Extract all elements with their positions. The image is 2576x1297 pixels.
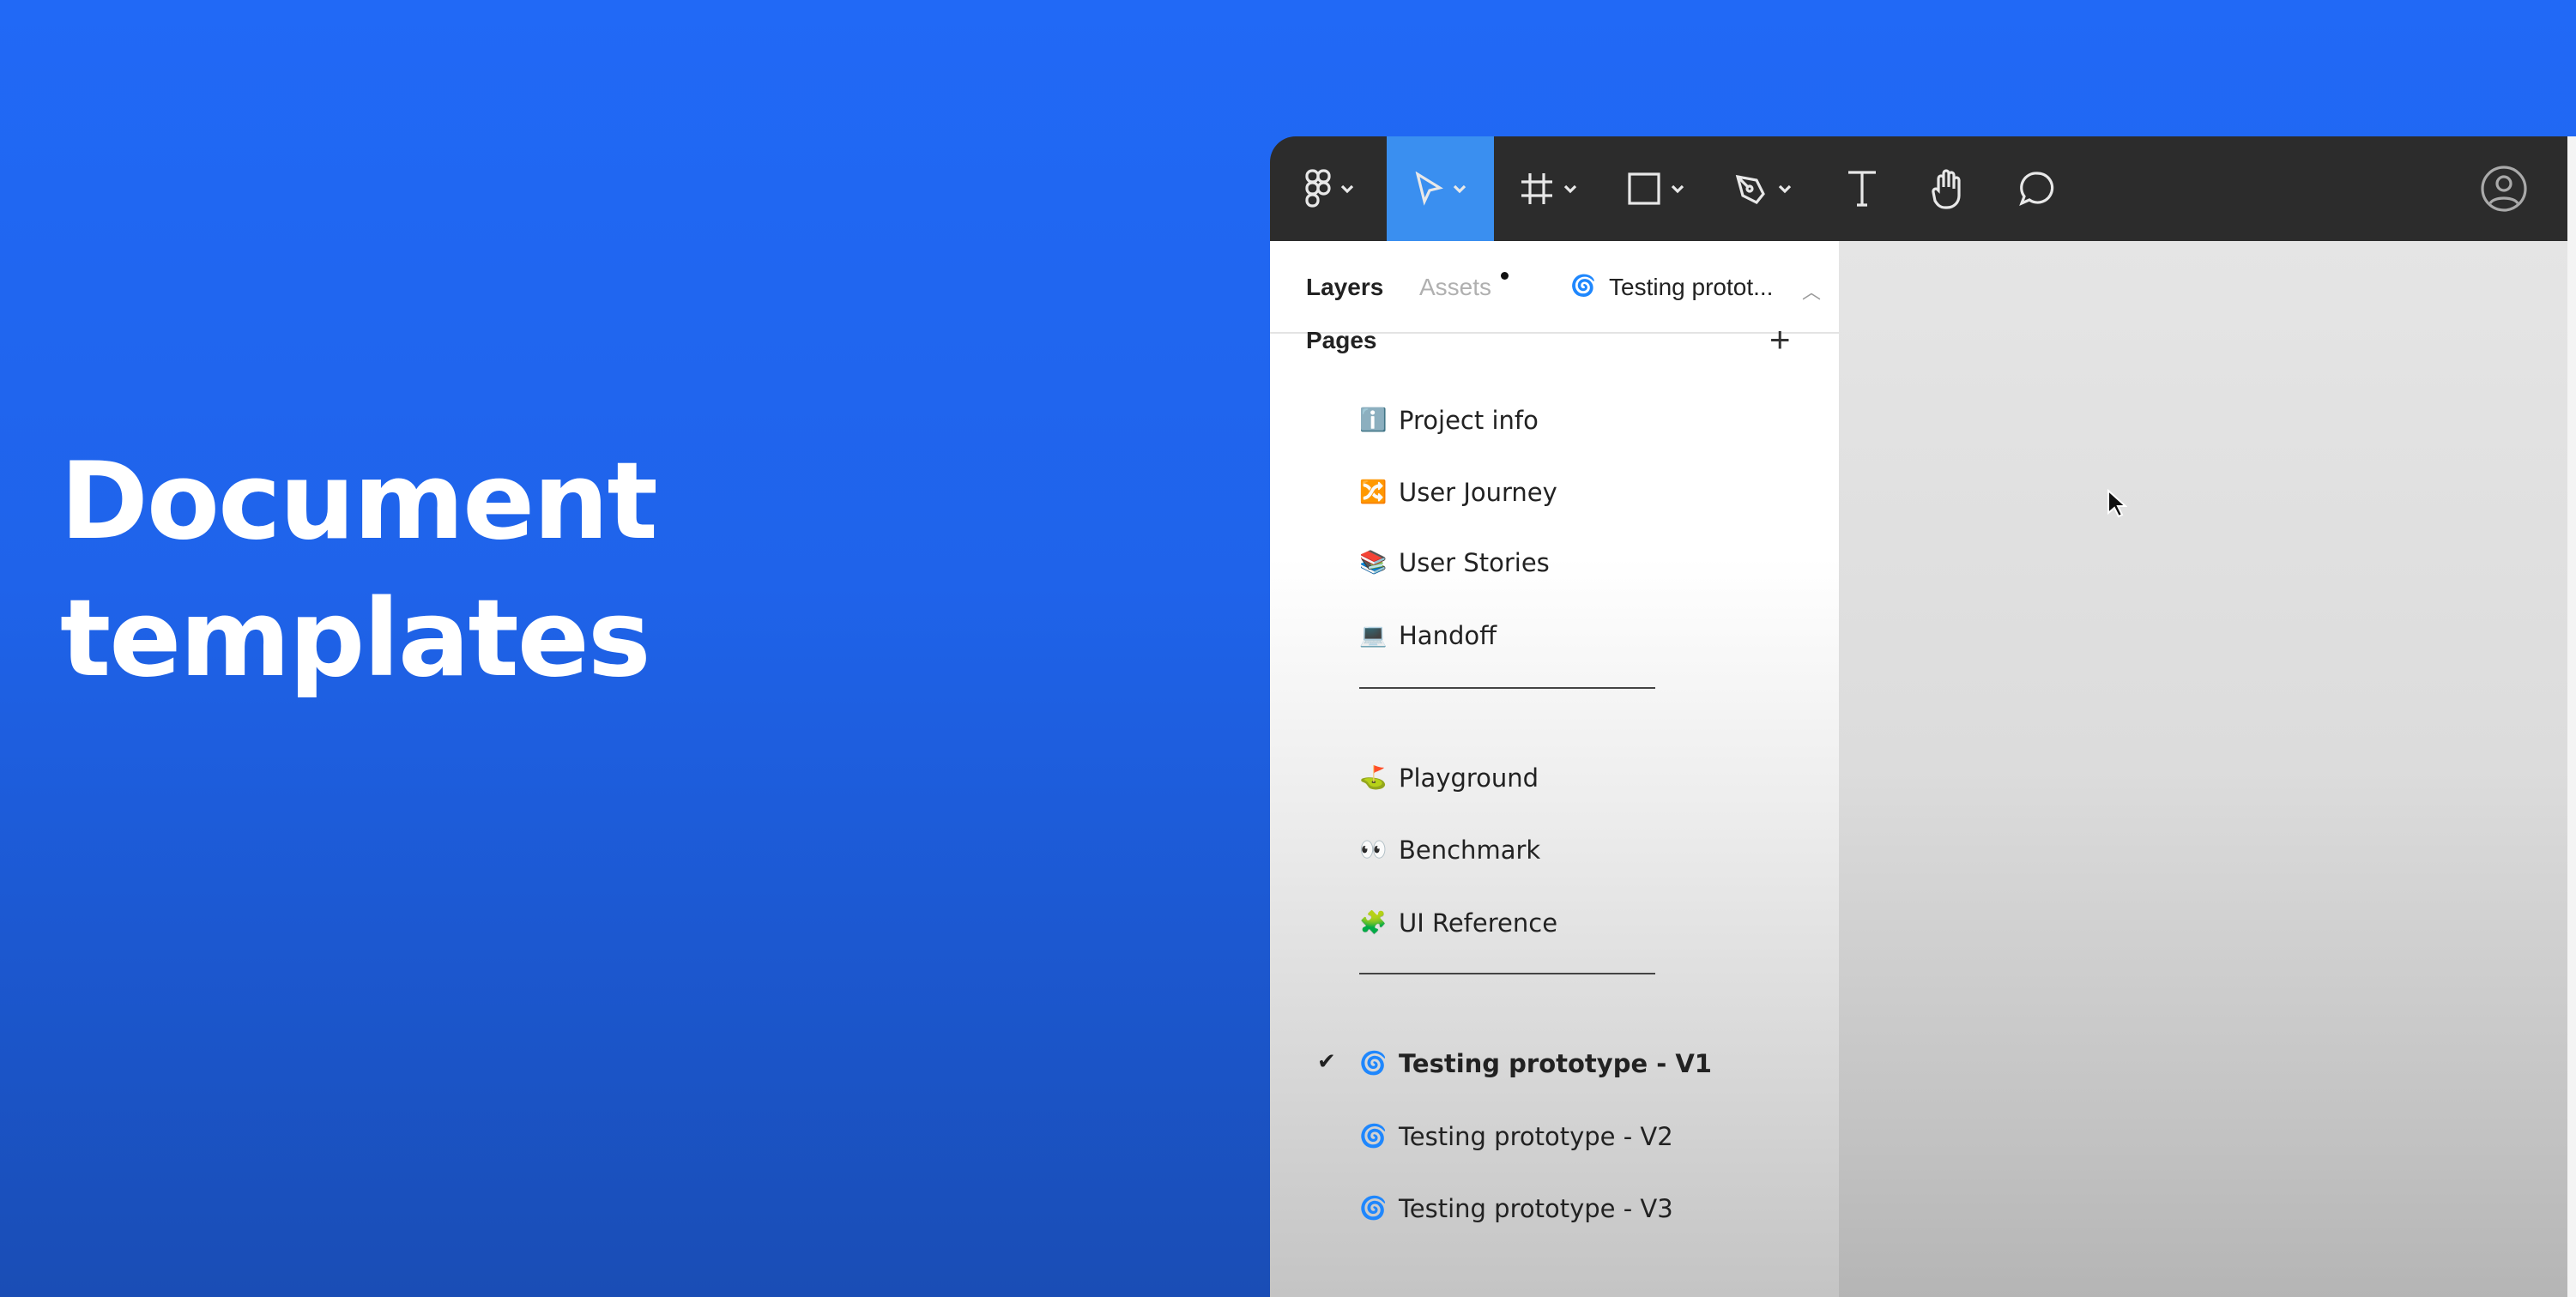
page-item[interactable]: 🌀 Testing prototype - V2 bbox=[1270, 1117, 1839, 1160]
rectangle-icon bbox=[1628, 172, 1660, 205]
tab-layers[interactable]: Layers bbox=[1306, 274, 1383, 301]
page-item-label: User Journey bbox=[1399, 478, 1557, 507]
page-item[interactable]: ✔ 🌀 Testing prototype - V1 bbox=[1270, 1044, 1839, 1087]
avatar-icon bbox=[2481, 166, 2527, 212]
canvas[interactable] bbox=[1839, 241, 2567, 1297]
page-item[interactable]: ⛳ Playground bbox=[1270, 758, 1839, 801]
page-item[interactable]: 📚 User Stories bbox=[1270, 543, 1839, 586]
page-divider bbox=[1359, 687, 1655, 689]
tab-assets[interactable]: Assets bbox=[1419, 274, 1491, 301]
page-item[interactable]: 🧩 UI Reference bbox=[1270, 903, 1839, 946]
rectangle-tool-button[interactable] bbox=[1618, 136, 1695, 241]
page-item-label: User Stories bbox=[1399, 548, 1550, 577]
assets-notification-dot bbox=[1501, 272, 1509, 280]
page-item-label: Testing prototype - V1 bbox=[1399, 1049, 1712, 1078]
mouse-cursor-icon bbox=[2107, 489, 2127, 518]
page-emoji-icon: 📚 bbox=[1359, 550, 1388, 576]
page-item-label: Project info bbox=[1399, 406, 1539, 435]
page-item[interactable]: ℹ️ Project info bbox=[1270, 401, 1839, 443]
page-emoji-icon: 🔀 bbox=[1359, 480, 1388, 505]
frame-tool-button[interactable] bbox=[1510, 136, 1587, 241]
figma-menu-button[interactable] bbox=[1287, 136, 1373, 241]
window-edge bbox=[2567, 136, 2576, 1297]
page-emoji-icon: 💻 bbox=[1359, 623, 1388, 648]
chevron-down-icon bbox=[1453, 184, 1466, 194]
page-spiral-icon: 🌀 bbox=[1570, 274, 1596, 298]
chevron-down-icon bbox=[1563, 184, 1577, 194]
chevron-up-icon[interactable]: ︿ bbox=[1802, 277, 1821, 305]
page-emoji-icon: 🌀 bbox=[1359, 1196, 1388, 1222]
checkmark-icon: ✔ bbox=[1317, 1049, 1336, 1075]
chevron-down-icon bbox=[1778, 184, 1792, 194]
headline-line-2: templates bbox=[60, 577, 651, 701]
page-divider bbox=[1359, 973, 1655, 974]
left-sidebar: Layers Assets 🌀 Testing protot... ︿ Page… bbox=[1270, 241, 1839, 1297]
user-avatar-button[interactable] bbox=[2478, 136, 2530, 241]
page-emoji-icon: ⛳ bbox=[1359, 765, 1388, 791]
figma-logo-icon bbox=[1305, 169, 1331, 208]
chevron-down-icon bbox=[1671, 184, 1684, 194]
page-emoji-icon: 🌀 bbox=[1359, 1124, 1388, 1149]
figma-window: Layers Assets 🌀 Testing protot... ︿ Page… bbox=[1270, 136, 2576, 1297]
toolbar bbox=[1270, 136, 2567, 241]
headline: Document templates bbox=[60, 433, 658, 708]
page-item-label: Testing prototype - V3 bbox=[1399, 1194, 1673, 1223]
cursor-arrow-icon bbox=[1415, 172, 1443, 206]
headline-line-1: Document bbox=[60, 440, 658, 564]
page-item-label: Handoff bbox=[1399, 621, 1497, 650]
text-icon bbox=[1848, 171, 1876, 207]
page-item-label: UI Reference bbox=[1399, 908, 1558, 938]
page-emoji-icon: ℹ️ bbox=[1359, 407, 1388, 433]
pages-heading: Pages bbox=[1306, 327, 1377, 353]
sidebar-tabs: Layers Assets 🌀 Testing protot... ︿ bbox=[1270, 241, 1839, 334]
text-tool-button[interactable] bbox=[1841, 136, 1884, 241]
pen-tool-button[interactable] bbox=[1725, 136, 1802, 241]
page-emoji-icon: 🌀 bbox=[1359, 1051, 1388, 1077]
move-tool-button[interactable] bbox=[1387, 136, 1494, 241]
hand-tool-button[interactable] bbox=[1926, 136, 1969, 241]
frame-icon bbox=[1521, 173, 1552, 204]
page-emoji-icon: 🧩 bbox=[1359, 910, 1388, 936]
page-item-label: Playground bbox=[1399, 763, 1539, 793]
chevron-down-icon bbox=[1340, 184, 1354, 194]
page-item-label: Testing prototype - V2 bbox=[1399, 1122, 1673, 1151]
page-item[interactable]: 🔀 User Journey bbox=[1270, 473, 1839, 516]
comment-icon bbox=[2019, 172, 2054, 207]
current-page-title[interactable]: Testing protot... bbox=[1609, 274, 1773, 301]
page-item[interactable]: 👀 Benchmark bbox=[1270, 830, 1839, 873]
page-emoji-icon: 👀 bbox=[1359, 837, 1388, 863]
page-item[interactable]: 🌀 Testing prototype - V3 bbox=[1270, 1189, 1839, 1232]
add-page-button[interactable]: + bbox=[1769, 322, 1791, 358]
page-item-label: Benchmark bbox=[1399, 836, 1541, 865]
page-item[interactable]: 💻 Handoff bbox=[1270, 616, 1839, 659]
hand-icon bbox=[1932, 169, 1961, 209]
comment-tool-button[interactable] bbox=[2016, 136, 2059, 241]
pen-icon bbox=[1735, 174, 1765, 205]
